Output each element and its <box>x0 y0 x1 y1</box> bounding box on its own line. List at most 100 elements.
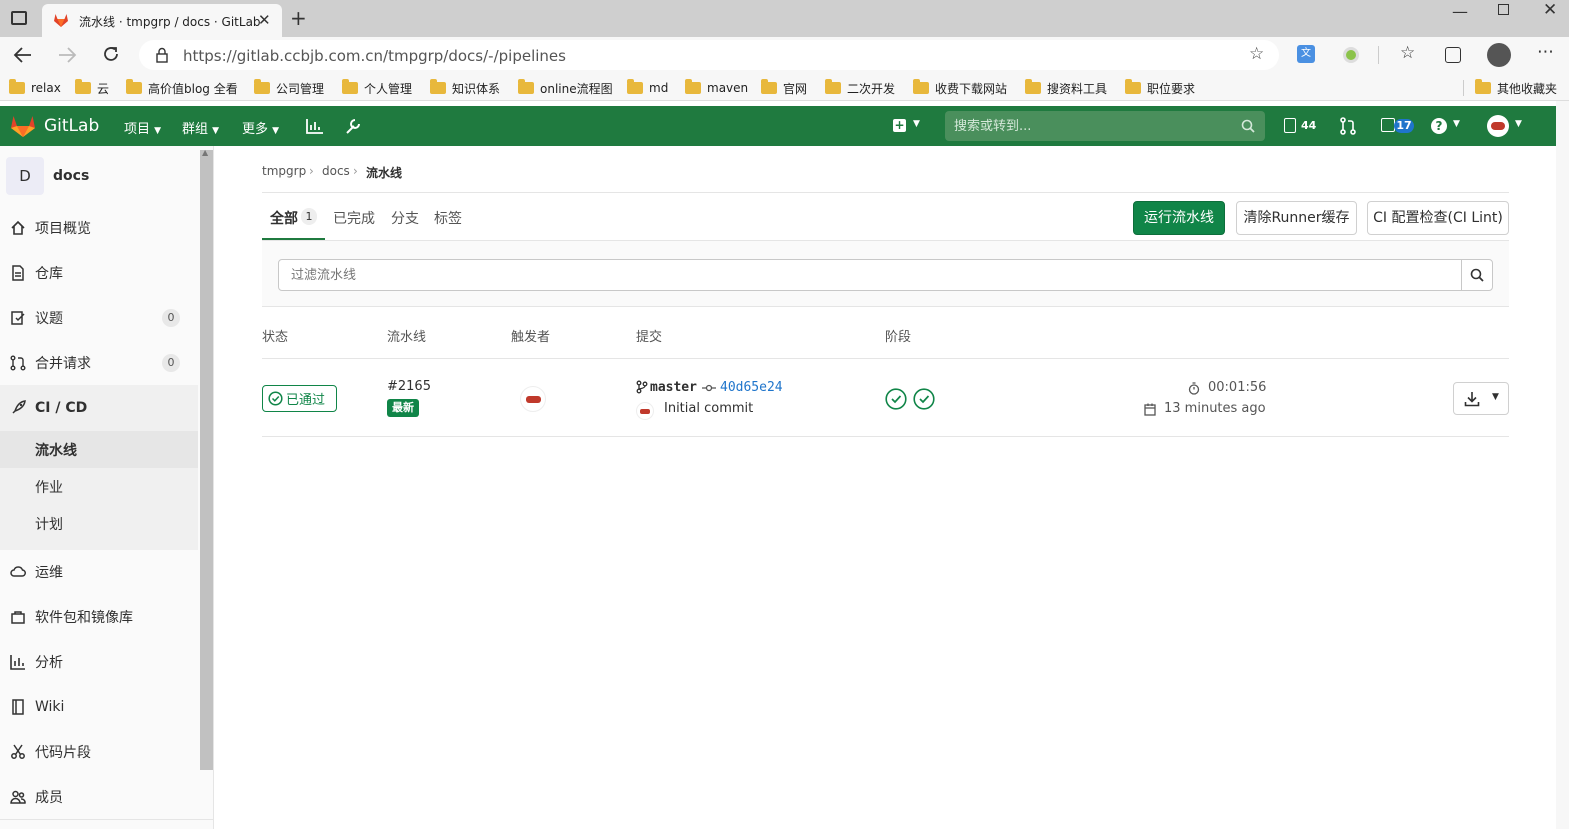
gitlab-logo-icon[interactable] <box>10 114 36 138</box>
user-avatar[interactable] <box>1487 115 1509 137</box>
browser-tab[interactable]: 流水线 · tmpgrp / docs · GitLab ✕ <box>42 4 282 37</box>
translate-icon[interactable]: 文 <box>1297 45 1315 63</box>
tab-close-icon[interactable]: ✕ <box>258 11 271 29</box>
tab-all[interactable]: 全部 <box>270 208 298 228</box>
download-icon <box>1464 392 1480 407</box>
todo-icon[interactable] <box>1284 118 1296 133</box>
sidebar-item-label: 合并请求 <box>35 356 91 372</box>
bookmark-item[interactable]: maven <box>685 79 748 97</box>
search-icon <box>1470 268 1484 282</box>
chevron-down-icon[interactable]: ▼ <box>1515 119 1522 129</box>
extension-icon[interactable] <box>1343 47 1359 63</box>
bookmark-item[interactable]: 二次开发 <box>825 79 895 97</box>
help-icon[interactable]: ? <box>1431 118 1447 134</box>
tab-tags[interactable]: 标签 <box>434 208 462 228</box>
breadcrumb-group[interactable]: tmpgrp <box>262 164 306 178</box>
bookmark-item[interactable]: 知识体系 <box>430 79 500 97</box>
sidebar-item-merge-requests[interactable]: 合并请求 0 <box>0 343 198 383</box>
bookmark-item[interactable]: md <box>627 79 668 97</box>
sidebar-item-snippets[interactable]: 代码片段 <box>0 732 198 772</box>
page-scrollbar[interactable] <box>1556 101 1569 829</box>
minimize-icon[interactable]: — <box>1452 2 1468 21</box>
download-artifacts-dropdown[interactable]: ▼ <box>1453 382 1509 415</box>
project-name[interactable]: docs <box>53 168 89 184</box>
sidebar-item-packages[interactable]: 软件包和镜像库 <box>0 597 198 637</box>
sidebar-sub-pipelines[interactable]: 流水线 <box>35 440 77 460</box>
new-item-icon[interactable]: + <box>893 119 906 132</box>
ci-lint-button[interactable]: CI 配置检查(CI Lint) <box>1367 201 1509 235</box>
clear-runner-cache-button[interactable]: 清除Runner缓存 <box>1236 201 1357 235</box>
search-input[interactable] <box>945 111 1235 141</box>
add-favorite-icon[interactable]: ☆ <box>1249 44 1264 64</box>
scroll-up-icon[interactable]: ▲ <box>202 148 208 157</box>
run-pipeline-button[interactable]: 运行流水线 <box>1133 201 1225 235</box>
bookmark-item[interactable]: 公司管理 <box>254 79 324 97</box>
breadcrumb-project[interactable]: docs <box>322 164 350 178</box>
bookmark-item[interactable]: online流程图 <box>518 79 613 97</box>
bookmark-item[interactable]: 搜资料工具 <box>1025 79 1107 97</box>
commit-sha-link[interactable]: 40d65e24 <box>720 380 783 395</box>
stage-deploy-passed-icon[interactable] <box>913 388 935 410</box>
activity-chart-icon[interactable] <box>306 118 324 134</box>
collections-icon[interactable] <box>1445 47 1461 63</box>
sidebar-sub-schedules[interactable]: 计划 <box>35 514 63 534</box>
bookmark-item[interactable]: relax <box>9 79 61 97</box>
merge-request-icon[interactable] <box>1340 117 1356 135</box>
sidebar-item-issues[interactable]: 议题 0 <box>0 298 198 338</box>
sidebar-item-operations[interactable]: 运维 <box>0 552 198 592</box>
stage-build-passed-icon[interactable] <box>885 388 907 410</box>
admin-wrench-icon[interactable] <box>344 117 362 135</box>
favorites-icon[interactable]: ☆ <box>1400 43 1415 63</box>
bookmark-item[interactable]: 高价值blog 全看 <box>126 79 238 97</box>
sidebar-scrollbar[interactable] <box>200 150 213 770</box>
status-passed-badge[interactable]: 已通过 <box>262 385 337 412</box>
reload-icon[interactable] <box>102 45 120 63</box>
committer-avatar[interactable] <box>636 402 654 420</box>
bookmark-item[interactable]: 云 <box>75 79 109 97</box>
filter-search-button[interactable] <box>1461 259 1493 291</box>
sidebar-item-cicd[interactable]: CI / CD <box>0 388 198 428</box>
sidebar-item-analytics[interactable]: 分析 <box>0 642 198 682</box>
url-field[interactable]: https://gitlab.ccbjb.com.cn/tmpgrp/docs/… <box>139 40 1279 70</box>
filter-pipelines-input[interactable] <box>278 259 1462 291</box>
sidebar-item-overview[interactable]: 项目概览 <box>0 208 198 248</box>
bookmark-label: maven <box>707 81 749 95</box>
pipeline-id-link[interactable]: #2165 <box>387 379 431 394</box>
nav-more[interactable]: 更多 ▼ <box>242 118 279 137</box>
profile-avatar[interactable] <box>1487 43 1511 67</box>
bookmark-label: 其他收藏夹 <box>1497 81 1558 96</box>
other-bookmarks[interactable]: 其他收藏夹 <box>1475 79 1557 97</box>
sidebar-item-repository[interactable]: 仓库 <box>0 253 198 293</box>
todo-count-badge[interactable]: 44 <box>1301 119 1316 132</box>
bookmark-item[interactable]: 职位要求 <box>1125 79 1195 97</box>
tab-finished[interactable]: 已完成 <box>333 208 375 228</box>
maximize-icon[interactable] <box>1498 4 1509 15</box>
sidebar-sub-jobs[interactable]: 作业 <box>35 477 63 497</box>
window-close-icon[interactable]: ✕ <box>1543 0 1557 20</box>
gitlab-brand[interactable]: GitLab <box>44 116 99 136</box>
back-icon[interactable] <box>13 46 33 64</box>
bookmark-item[interactable]: 官网 <box>761 79 807 97</box>
issues-count-badge[interactable]: 17 <box>1394 119 1414 133</box>
issues-icon[interactable] <box>1381 118 1395 132</box>
bookmark-item[interactable]: 个人管理 <box>342 79 412 97</box>
commit-message-link[interactable]: Initial commit <box>664 401 753 416</box>
forward-icon[interactable] <box>57 46 77 64</box>
chevron-down-icon[interactable]: ▼ <box>913 119 920 129</box>
project-avatar[interactable]: D <box>6 157 44 195</box>
triggerer-avatar[interactable] <box>520 386 546 412</box>
search-icon[interactable] <box>1241 119 1255 133</box>
chevron-down-icon[interactable]: ▼ <box>1453 119 1460 129</box>
branch-name-link[interactable]: master <box>650 380 697 395</box>
more-menu-icon[interactable]: ⋯ <box>1537 42 1554 62</box>
lock-icon[interactable] <box>155 47 169 63</box>
nav-groups[interactable]: 群组 ▼ <box>182 118 219 137</box>
sidebar-item-members[interactable]: 成员 <box>0 777 198 817</box>
tab-actions-icon[interactable] <box>11 11 27 25</box>
tab-branches[interactable]: 分支 <box>391 208 419 228</box>
sidebar-item-wiki[interactable]: Wiki <box>0 687 198 727</box>
nav-projects[interactable]: 项目 ▼ <box>124 118 161 137</box>
bookmark-item[interactable]: 收费下载网站 <box>913 79 1007 97</box>
new-tab-icon[interactable]: + <box>290 6 307 30</box>
search-box[interactable] <box>945 111 1265 141</box>
